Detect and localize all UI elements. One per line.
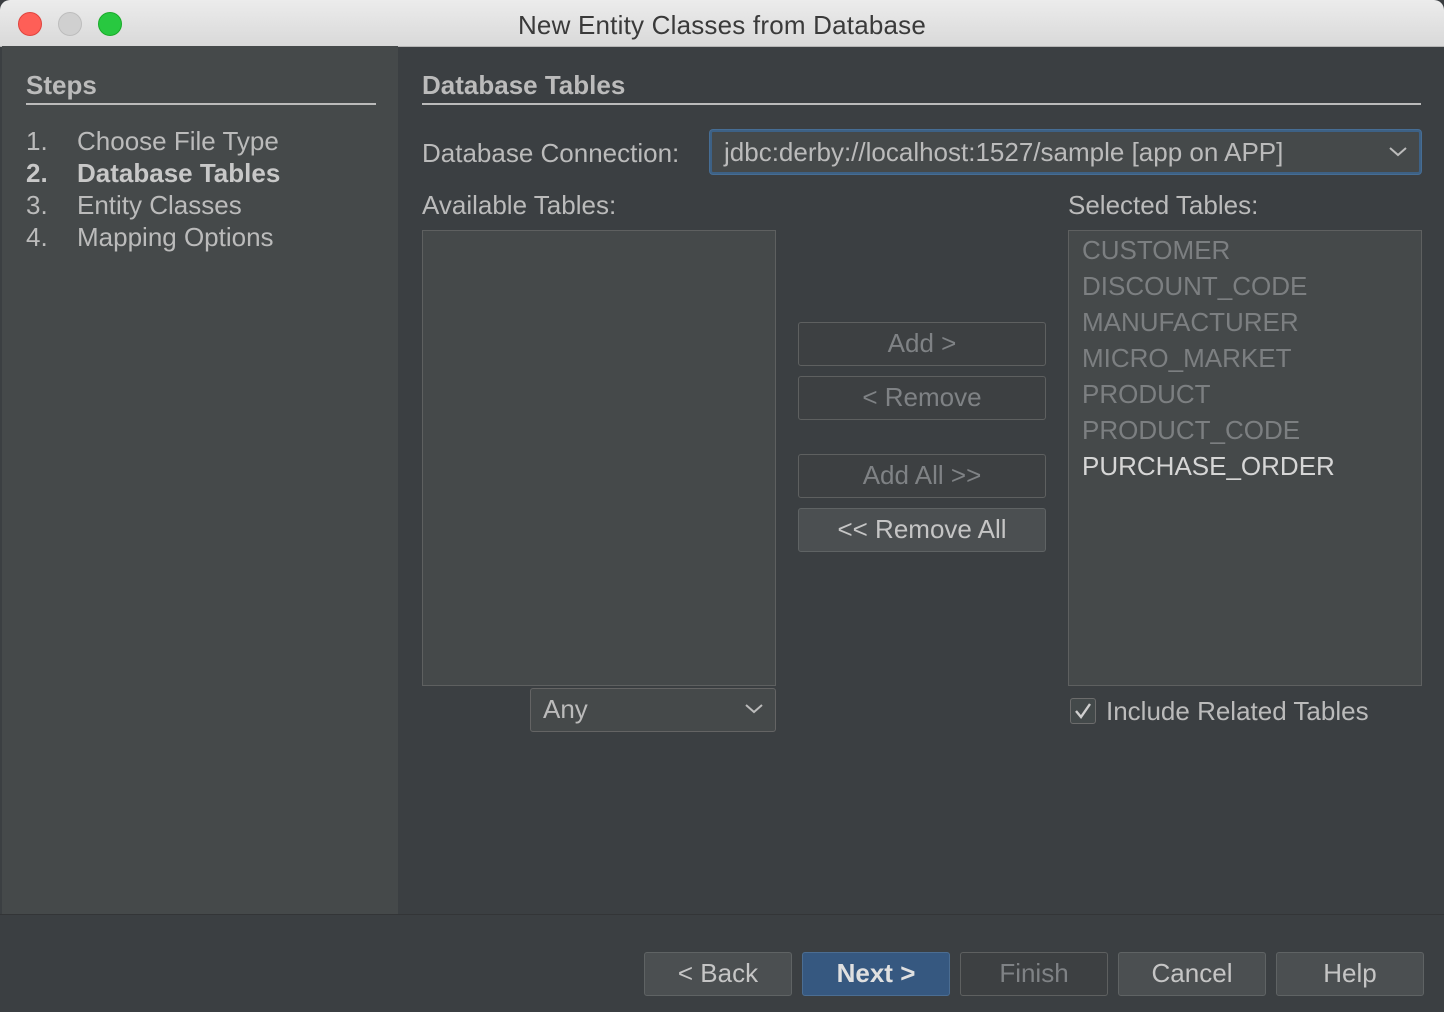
list-item[interactable]: PRODUCT_CODE bbox=[1082, 415, 1300, 446]
database-connection-value: jdbc:derby://localhost:1527/sample [app … bbox=[724, 137, 1284, 167]
steps-panel: Steps 1. Choose File Type 2. Database Tabl… bbox=[2, 46, 398, 914]
step-label: Database Tables bbox=[77, 158, 281, 188]
step-database-tables: 2. Database Tables bbox=[26, 158, 280, 189]
help-button[interactable]: Help bbox=[1276, 952, 1424, 996]
chevron-down-icon bbox=[745, 704, 763, 714]
steps-title: Steps bbox=[26, 70, 376, 105]
dialog-window: New Entity Classes from Database Steps 1… bbox=[0, 0, 1444, 1012]
step-number: 4. bbox=[26, 222, 48, 252]
step-entity-classes: 3. Entity Classes bbox=[26, 190, 242, 221]
window-title: New Entity Classes from Database bbox=[517, 10, 927, 40]
step-choose-file-type: 1. Choose File Type bbox=[26, 126, 279, 157]
list-item[interactable]: PRODUCT bbox=[1082, 379, 1211, 410]
selected-tables-list[interactable]: CUSTOMER DISCOUNT_CODE MANUFACTURER MICR… bbox=[1068, 230, 1422, 686]
remove-all-button[interactable]: << Remove All bbox=[798, 508, 1046, 552]
table-filter-value: Any bbox=[543, 694, 588, 724]
include-related-tables-label: Include Related Tables bbox=[1106, 696, 1369, 726]
list-item[interactable]: MANUFACTURER bbox=[1082, 307, 1299, 338]
database-connection-label: Database Connection: bbox=[422, 138, 680, 168]
page-title: Database Tables bbox=[422, 70, 1421, 105]
list-item[interactable]: CUSTOMER bbox=[1082, 235, 1230, 266]
footer-divider bbox=[0, 914, 1444, 915]
available-tables-label: Available Tables: bbox=[422, 190, 617, 220]
include-related-tables-checkbox[interactable] bbox=[1070, 698, 1096, 724]
finish-button[interactable]: Finish bbox=[960, 952, 1108, 996]
step-label: Mapping Options bbox=[77, 222, 274, 252]
chevron-down-icon bbox=[1389, 147, 1407, 157]
list-item[interactable]: MICRO_MARKET bbox=[1082, 343, 1291, 374]
selected-tables-label: Selected Tables: bbox=[1068, 190, 1259, 220]
step-label: Choose File Type bbox=[77, 126, 279, 156]
step-label: Entity Classes bbox=[77, 190, 242, 220]
table-filter-select[interactable]: Any bbox=[530, 688, 776, 732]
list-item[interactable]: PURCHASE_ORDER bbox=[1082, 451, 1335, 482]
next-button[interactable]: Next > bbox=[802, 952, 950, 996]
database-connection-select[interactable]: jdbc:derby://localhost:1527/sample [app … bbox=[710, 130, 1421, 174]
add-button[interactable]: Add > bbox=[798, 322, 1046, 366]
add-all-button[interactable]: Add All >> bbox=[798, 454, 1046, 498]
step-number: 2. bbox=[26, 158, 48, 188]
checkmark-icon bbox=[1075, 703, 1091, 719]
cancel-button[interactable]: Cancel bbox=[1118, 952, 1266, 996]
available-tables-list[interactable] bbox=[422, 230, 776, 686]
step-mapping-options: 4. Mapping Options bbox=[26, 222, 274, 253]
title-bar: New Entity Classes from Database bbox=[0, 0, 1444, 47]
step-number: 1. bbox=[26, 126, 48, 156]
remove-button[interactable]: < Remove bbox=[798, 376, 1046, 420]
back-button[interactable]: < Back bbox=[644, 952, 792, 996]
step-number: 3. bbox=[26, 190, 48, 220]
list-item[interactable]: DISCOUNT_CODE bbox=[1082, 271, 1307, 302]
